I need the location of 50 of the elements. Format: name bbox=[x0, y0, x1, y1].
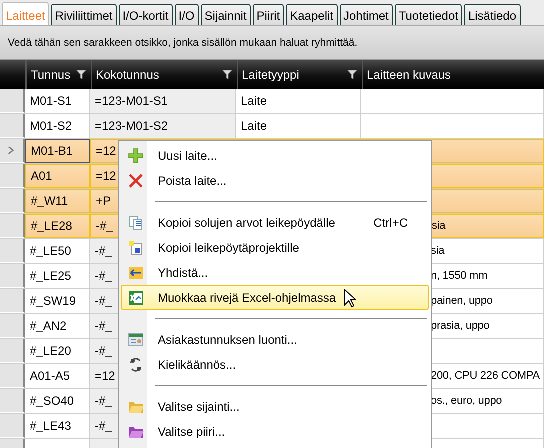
tab[interactable]: Riviliittimet bbox=[51, 4, 117, 25]
table-cell: A01 bbox=[25, 164, 90, 188]
menu-item-icon bbox=[128, 332, 144, 348]
menu-item[interactable]: Muokkaa rivejä Excel-ohjelmassa bbox=[121, 285, 429, 310]
tab[interactable]: Kaapelit bbox=[286, 4, 338, 25]
column-header[interactable]: Laitetyyppi bbox=[238, 60, 363, 89]
menu-item-icon bbox=[128, 240, 144, 256]
tab[interactable]: Sijainnit bbox=[200, 4, 251, 25]
tab[interactable]: Tuotetiedot bbox=[394, 4, 462, 25]
shortcut-label: Ctrl+C bbox=[374, 216, 408, 230]
row-header[interactable] bbox=[0, 114, 25, 138]
row-header[interactable] bbox=[0, 89, 25, 113]
menu-item-icon bbox=[128, 290, 144, 306]
row-header[interactable] bbox=[0, 414, 25, 438]
menu-item-icon bbox=[128, 172, 144, 188]
menu-item-icon bbox=[128, 214, 144, 230]
filter-icon[interactable] bbox=[76, 69, 87, 80]
table-cell: Laite bbox=[236, 89, 361, 113]
filter-icon[interactable] bbox=[347, 69, 358, 80]
column-header[interactable]: Tunnus bbox=[27, 60, 92, 89]
table-cell: =123-M01-S2 bbox=[90, 114, 236, 138]
row-header[interactable] bbox=[0, 389, 25, 413]
tab[interactable]: I/O-kortit bbox=[118, 4, 173, 25]
column-header[interactable]: Laitteen kuvaus bbox=[363, 60, 544, 89]
row-header[interactable] bbox=[0, 364, 25, 388]
tab[interactable]: Johtimet bbox=[340, 4, 393, 25]
menu-item-icon bbox=[128, 148, 144, 164]
tab[interactable]: Piirit bbox=[252, 4, 284, 25]
row-header[interactable] bbox=[0, 239, 25, 263]
row-header[interactable] bbox=[0, 214, 25, 238]
tab[interactable]: Lisätiedo bbox=[464, 4, 521, 25]
table-cell: #_W11 bbox=[25, 189, 90, 213]
table-cell: =123-M01-S1 bbox=[90, 89, 236, 113]
table-cell: #_LE28 bbox=[25, 214, 90, 238]
table-cell: Laite bbox=[236, 114, 361, 138]
row-header[interactable] bbox=[0, 164, 25, 188]
row-header[interactable] bbox=[0, 314, 25, 338]
menu-item-icon bbox=[128, 356, 144, 372]
current-row-icon bbox=[8, 146, 15, 155]
row-header[interactable] bbox=[0, 264, 25, 288]
table-cell: M01-B1 bbox=[25, 139, 90, 163]
filter-icon[interactable] bbox=[222, 69, 233, 80]
row-header[interactable] bbox=[0, 189, 25, 213]
row-header[interactable] bbox=[0, 289, 25, 313]
group-hint: Vedä tähän sen sarakkeen otsikko, jonka sisällön mukaan haluat ryhmittää. bbox=[8, 36, 358, 48]
row-header[interactable] bbox=[0, 139, 25, 163]
tab[interactable]: I/O bbox=[174, 4, 199, 25]
mouse-pointer-icon bbox=[344, 289, 356, 308]
row-header[interactable] bbox=[0, 339, 25, 363]
menu-item-icon bbox=[128, 264, 144, 280]
